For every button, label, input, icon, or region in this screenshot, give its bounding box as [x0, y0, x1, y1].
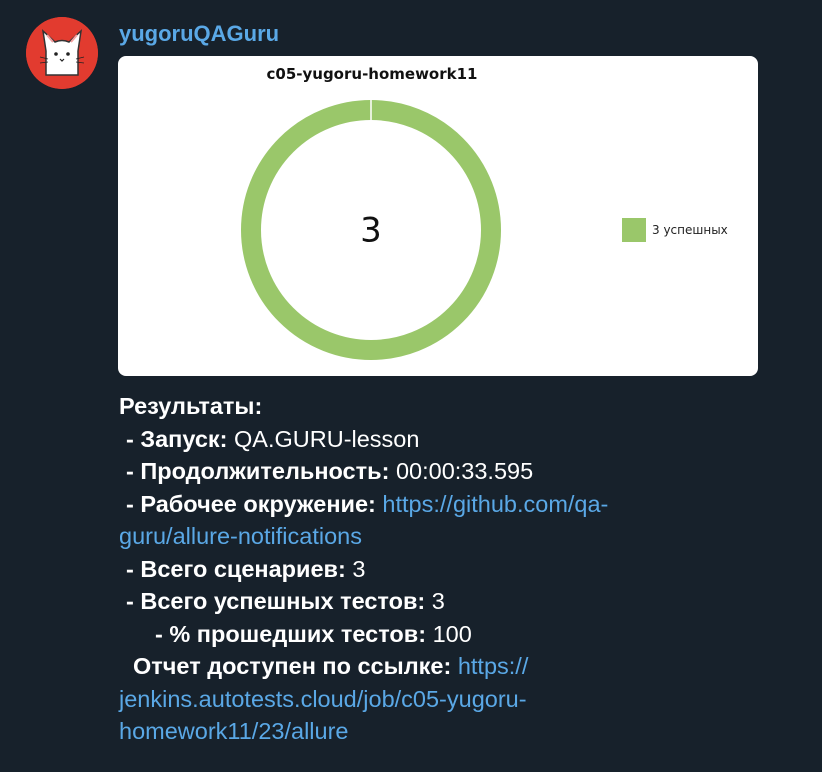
- percent-line: - % прошедших тестов: 100: [119, 618, 759, 651]
- report-label: Отчет доступен по ссылке:: [133, 653, 452, 679]
- passed-label: - Всего успешных тестов:: [126, 588, 426, 614]
- chart-card[interactable]: c05-yugoru-homework11 3 3 успешных: [118, 56, 758, 376]
- report-link-part3[interactable]: homework11/23/allure: [119, 718, 348, 744]
- environment-label: - Рабочее окружение:: [126, 490, 376, 517]
- duration-label: - Продолжительность:: [126, 458, 390, 484]
- report-link-part1[interactable]: https://: [458, 653, 529, 679]
- legend-swatch-passed: [622, 218, 646, 242]
- passed-line: - Всего успешных тестов: 3: [119, 585, 759, 618]
- duration-line: - Продолжительность: 00:00:33.595: [119, 455, 759, 488]
- report-line: Отчет доступен по ссылке: https://: [119, 650, 759, 683]
- report-link-line3: homework11/23/allure: [119, 715, 759, 748]
- scenarios-value: 3: [345, 555, 366, 582]
- avatar[interactable]: [26, 17, 98, 89]
- white-cat-avatar-icon: [26, 17, 98, 89]
- environment-line: - Рабочее окружение: https://github.com/…: [119, 488, 759, 521]
- launch-value: QA.GURU-lesson: [227, 425, 420, 452]
- duration-value: 00:00:33.595: [389, 458, 534, 484]
- scenarios-label: - Всего сценариев:: [126, 555, 346, 582]
- percent-value: 100: [426, 620, 472, 647]
- report-link-part2[interactable]: jenkins.autotests.cloud/job/c05-yugoru-: [119, 686, 527, 712]
- results-heading: Результаты:: [119, 393, 263, 419]
- environment-link-continued: guru/allure-notifications: [119, 520, 759, 553]
- passed-value: 3: [425, 588, 445, 614]
- legend-label-passed: 3 успешных: [652, 223, 728, 237]
- sender-name[interactable]: yugoruQAGuru: [119, 19, 279, 49]
- donut-chart: 3: [241, 100, 501, 360]
- message-text: Результаты: - Запуск: QA.GURU-lesson - П…: [119, 390, 759, 748]
- environment-link-part2[interactable]: guru/allure-notifications: [119, 523, 362, 549]
- scenarios-line: - Всего сценариев: 3: [119, 553, 759, 586]
- report-link-line2: jenkins.autotests.cloud/job/c05-yugoru-: [119, 683, 759, 716]
- chart-legend: 3 успешных: [622, 218, 728, 242]
- environment-link-part1[interactable]: https://github.com/qa-: [382, 491, 608, 517]
- percent-label: - % прошедших тестов:: [155, 620, 427, 647]
- launch-line: - Запуск: QA.GURU-lesson: [119, 423, 759, 456]
- launch-label: - Запуск:: [126, 425, 228, 452]
- donut-center-label: 3: [360, 211, 382, 251]
